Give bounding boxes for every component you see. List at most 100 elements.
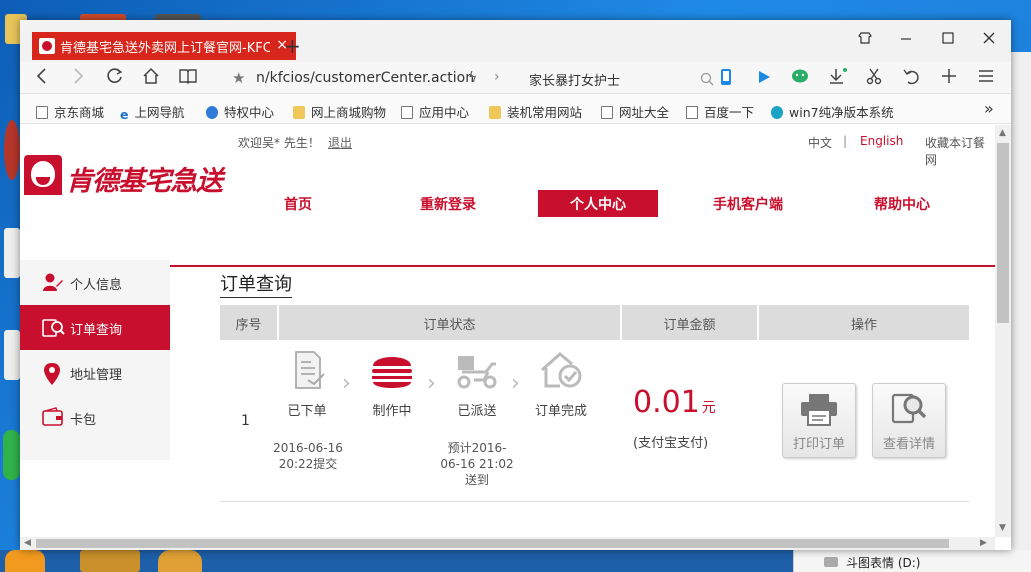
scroll-right-icon[interactable]: ▶ bbox=[980, 538, 987, 548]
bookmark-site-link[interactable]: 收藏本订餐网 bbox=[925, 134, 995, 168]
step-placed: 已下单 bbox=[274, 350, 340, 419]
payment-method: (支付宝支付) bbox=[633, 436, 709, 451]
burger-icon bbox=[369, 350, 415, 392]
plus-icon[interactable] bbox=[940, 67, 958, 90]
desktop-app-icon[interactable] bbox=[3, 430, 20, 480]
desktop-file-icon[interactable] bbox=[4, 330, 20, 380]
address-bar[interactable]: n/kfcios/customerCenter.action bbox=[256, 70, 474, 86]
desktop-file-icon[interactable] bbox=[4, 228, 20, 278]
view-details-button[interactable]: 查看详情 bbox=[872, 383, 946, 458]
browser-window: 肯德基宅急送外卖网上订餐官网-KFC × + ★ n/kfcios/custom… bbox=[20, 20, 1011, 550]
bookmark-item[interactable]: e 上网导航 bbox=[120, 102, 185, 122]
header-actions: 操作 bbox=[850, 318, 877, 333]
search-input[interactable]: 家长暴打女护士 bbox=[529, 70, 620, 89]
taskbar-app-icon[interactable] bbox=[80, 550, 140, 572]
sidebar-item-address[interactable]: 地址管理 bbox=[20, 350, 170, 395]
scissors-icon[interactable] bbox=[865, 67, 883, 90]
welcome-text: 欢迎吴* 先生！ bbox=[238, 136, 320, 150]
more-bookmarks-button[interactable]: » bbox=[984, 99, 994, 118]
phone-icon[interactable] bbox=[720, 68, 732, 91]
order-document-icon bbox=[284, 350, 330, 392]
bookmark-item[interactable]: win7纯净版本系统 bbox=[771, 102, 894, 121]
flash-icon[interactable]: ϟ bbox=[468, 70, 477, 86]
forward-icon[interactable] bbox=[70, 67, 86, 90]
header-amount: 订单金额 bbox=[622, 305, 759, 340]
sidebar-item-label: 订单查询 bbox=[70, 323, 123, 338]
page-icon bbox=[686, 106, 698, 119]
sidebar-item-profile[interactable]: 个人信息 bbox=[20, 260, 170, 305]
bookmark-item[interactable]: 特权中心 bbox=[206, 102, 274, 121]
step-completed: 订单完成 bbox=[528, 350, 594, 419]
back-icon[interactable] bbox=[34, 67, 50, 90]
bookmark-item[interactable]: 网址大全 bbox=[601, 102, 669, 121]
print-order-button[interactable]: 打印订单 bbox=[782, 383, 856, 458]
close-window-icon[interactable] bbox=[983, 30, 995, 49]
scroll-down-icon[interactable]: ▼ bbox=[999, 523, 1006, 533]
bookmark-item[interactable]: 京东商城 bbox=[36, 102, 104, 121]
nav-mobile-client[interactable]: 手机客户端 bbox=[688, 190, 808, 217]
refresh-icon[interactable] bbox=[106, 67, 124, 90]
kfc-page: 欢迎吴* 先生！ 退出 中文 | English 收藏本订餐网 肯德基宅急送 首… bbox=[20, 125, 995, 537]
step-label: 已派送 bbox=[457, 404, 497, 419]
browser-toolbar: ★ n/kfcios/customerCenter.action ϟ › 家长暴… bbox=[20, 62, 1011, 94]
sidebar-item-label: 卡包 bbox=[70, 413, 97, 428]
bookmark-item[interactable]: 应用中心 bbox=[401, 102, 469, 121]
sidebar-item-order-query[interactable]: 订单查询 bbox=[20, 305, 170, 350]
drive-window[interactable]: 斗图表情 (D:) bbox=[793, 550, 1031, 572]
star-icon[interactable]: ★ bbox=[232, 69, 245, 87]
order-amount: 0.01 元 bbox=[633, 385, 716, 420]
lang-chinese-link[interactable]: 中文 bbox=[808, 134, 832, 151]
nav-help-center[interactable]: 帮助中心 bbox=[842, 190, 962, 217]
bookmark-item[interactable]: 百度一下 bbox=[686, 102, 754, 121]
drive-label: 斗图表情 (D:) bbox=[846, 556, 921, 570]
print-order-label: 打印订单 bbox=[792, 437, 845, 452]
header-status: 订单状态 bbox=[279, 305, 622, 340]
chevron-right-icon[interactable]: › bbox=[494, 69, 500, 85]
ie-icon: e bbox=[120, 107, 129, 122]
browser-tab[interactable]: 肯德基宅急送外卖网上订餐官网-KFC × bbox=[32, 32, 296, 60]
menu-icon[interactable] bbox=[977, 67, 995, 90]
undo-icon[interactable] bbox=[902, 67, 920, 90]
horizontal-scroll-thumb[interactable] bbox=[36, 539, 949, 548]
folder-icon bbox=[489, 106, 501, 119]
vertical-scroll-thumb[interactable] bbox=[997, 143, 1009, 323]
bookmark-item[interactable]: 装机常用网站 bbox=[489, 102, 582, 121]
new-tab-button[interactable]: + bbox=[284, 34, 301, 58]
step-label: 制作中 bbox=[372, 404, 412, 419]
home-icon[interactable] bbox=[142, 67, 160, 90]
win7-icon bbox=[771, 106, 783, 119]
lang-separator: | bbox=[843, 134, 848, 148]
scroll-left-icon[interactable]: ◀ bbox=[24, 538, 31, 548]
horizontal-scrollbar[interactable]: ◀ ▶ bbox=[20, 537, 995, 550]
reader-icon[interactable] bbox=[178, 67, 198, 90]
user-edit-icon bbox=[42, 272, 63, 292]
nav-relogin[interactable]: 重新登录 bbox=[388, 190, 508, 217]
logout-link[interactable]: 退出 bbox=[328, 134, 352, 151]
chevron-right-icon: › bbox=[511, 371, 520, 396]
video-play-icon[interactable] bbox=[756, 69, 772, 90]
vertical-scrollbar[interactable]: ▲ ▼ bbox=[995, 125, 1011, 537]
sidebar-item-card-wallet[interactable]: 卡包 bbox=[20, 395, 170, 440]
taskbar-app-icon[interactable] bbox=[5, 550, 45, 572]
taskbar-app-icon[interactable] bbox=[158, 550, 202, 572]
location-pin-icon bbox=[42, 362, 62, 385]
page-icon bbox=[36, 106, 48, 119]
printer-icon bbox=[799, 392, 839, 426]
skin-icon[interactable] bbox=[858, 30, 872, 49]
lang-english-link[interactable]: English bbox=[860, 134, 903, 148]
chevron-right-icon: › bbox=[427, 371, 436, 396]
account-sidebar: 个人信息 订单查询 地址管理 卡包 bbox=[20, 260, 170, 460]
header-index: 序号 bbox=[220, 305, 279, 340]
nav-personal-center[interactable]: 个人中心 bbox=[538, 190, 658, 217]
desktop-app-icon[interactable] bbox=[4, 120, 20, 180]
nav-home[interactable]: 首页 bbox=[238, 190, 358, 217]
maximize-icon[interactable] bbox=[942, 30, 954, 49]
bookmark-item[interactable]: 网上商城购物 bbox=[293, 102, 386, 121]
wechat-icon[interactable] bbox=[791, 68, 809, 89]
download-icon[interactable] bbox=[828, 67, 848, 90]
search-icon[interactable] bbox=[700, 70, 714, 91]
house-check-icon bbox=[538, 350, 584, 392]
minimize-icon[interactable] bbox=[900, 30, 912, 49]
background-window-edge bbox=[1010, 52, 1031, 550]
scroll-up-icon[interactable]: ▲ bbox=[999, 128, 1006, 138]
